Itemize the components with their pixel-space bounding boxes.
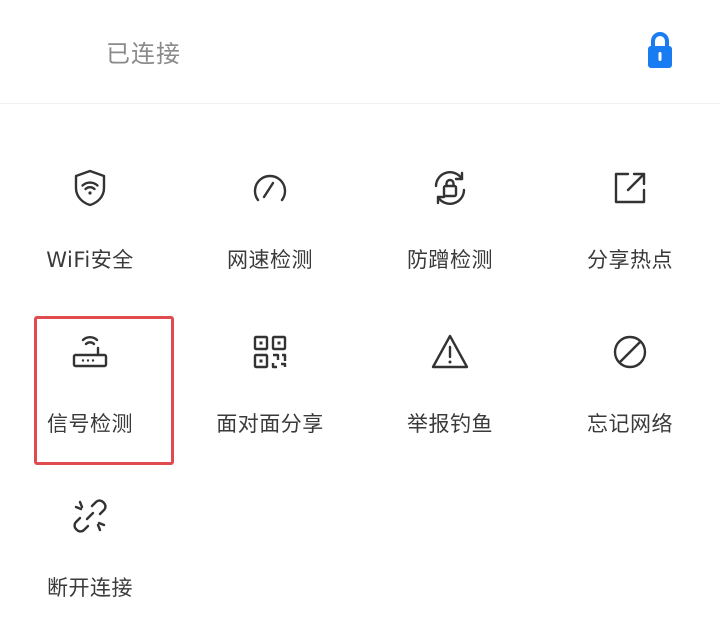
lock-icon[interactable] [645, 30, 675, 70]
share-external-icon [608, 166, 652, 210]
wifi-security-tile[interactable]: WiFi安全 [5, 104, 175, 272]
speedometer-icon [248, 166, 292, 210]
anti-leech-tile[interactable]: 防蹭检测 [365, 104, 535, 272]
face-to-face-share-label: 面对面分享 [216, 412, 324, 436]
forbidden-circle-icon [608, 330, 652, 374]
speed-test-tile[interactable]: 网速检测 [185, 104, 355, 272]
header-bar: 已连接 [0, 0, 720, 104]
connection-status: 已连接 [106, 40, 181, 68]
report-phishing-label: 举报钓鱼 [407, 412, 493, 436]
anti-leech-lock-icon [428, 166, 472, 210]
wifi-shield-icon [68, 166, 112, 210]
share-hotspot-tile[interactable]: 分享热点 [545, 104, 715, 272]
report-phishing-tile[interactable]: 举报钓鱼 [365, 268, 535, 436]
forget-network-tile[interactable]: 忘记网络 [545, 268, 715, 436]
disconnect-label: 断开连接 [47, 576, 133, 600]
broken-link-icon [68, 494, 112, 538]
warning-triangle-icon [428, 330, 472, 374]
forget-network-label: 忘记网络 [587, 412, 673, 436]
qr-code-icon [248, 330, 292, 374]
face-to-face-share-tile[interactable]: 面对面分享 [185, 268, 355, 436]
selection-highlight [34, 316, 174, 465]
